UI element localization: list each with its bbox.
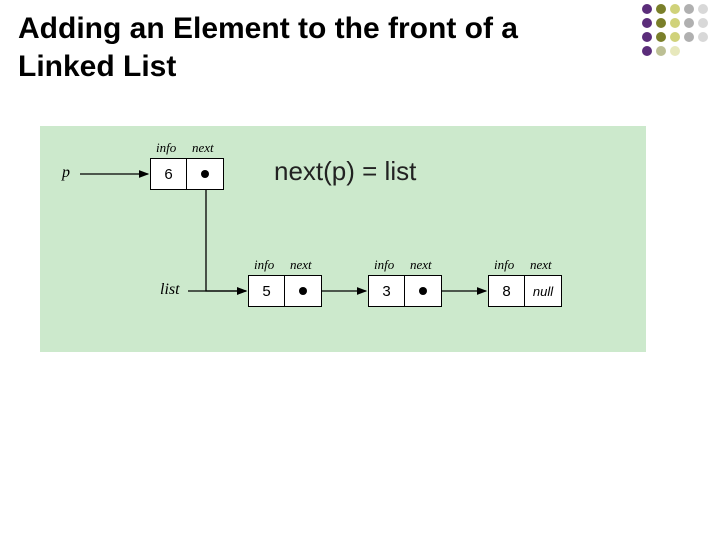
deco-dot — [670, 4, 680, 14]
node-3-info: 3 — [369, 276, 405, 306]
field-label-next: next — [530, 257, 552, 273]
deco-dot — [698, 32, 708, 42]
node-5: 5 — [248, 275, 322, 307]
deco-dot — [642, 46, 652, 56]
deco-dot — [684, 4, 694, 14]
node-3: 3 — [368, 275, 442, 307]
node-p: 6 — [150, 158, 224, 190]
linked-list-diagram: p list info next 6 next(p) = list info n… — [40, 126, 646, 352]
operation-formula: next(p) = list — [274, 156, 416, 187]
decorative-dot-grid — [642, 4, 710, 72]
node-5-info: 5 — [249, 276, 285, 306]
node-3-next — [405, 276, 441, 306]
node-5-next — [285, 276, 321, 306]
deco-dot — [642, 32, 652, 42]
field-label-next: next — [192, 140, 214, 156]
node-8-next-null: null — [525, 276, 561, 306]
deco-dot — [656, 46, 666, 56]
deco-dot — [642, 18, 652, 28]
pointer-p-label: p — [62, 164, 70, 182]
deco-dot — [642, 4, 652, 14]
field-label-next: next — [410, 257, 432, 273]
node-p-next — [187, 159, 223, 189]
deco-dot — [684, 18, 694, 28]
node-8: 8 null — [488, 275, 562, 307]
node-8-info: 8 — [489, 276, 525, 306]
page-title: Adding an Element to the front of a Link… — [18, 10, 598, 85]
deco-dot — [656, 18, 666, 28]
field-label-next: next — [290, 257, 312, 273]
deco-dot — [670, 32, 680, 42]
deco-dot — [656, 32, 666, 42]
pointer-list-label: list — [160, 281, 180, 299]
field-label-info: info — [254, 257, 274, 273]
deco-dot — [698, 4, 708, 14]
deco-dot — [656, 4, 666, 14]
deco-dot — [684, 32, 694, 42]
field-label-info: info — [374, 257, 394, 273]
field-label-info: info — [156, 140, 176, 156]
deco-dot — [670, 46, 680, 56]
deco-dot — [698, 18, 708, 28]
field-label-info: info — [494, 257, 514, 273]
node-p-info: 6 — [151, 159, 187, 189]
deco-dot — [670, 18, 680, 28]
